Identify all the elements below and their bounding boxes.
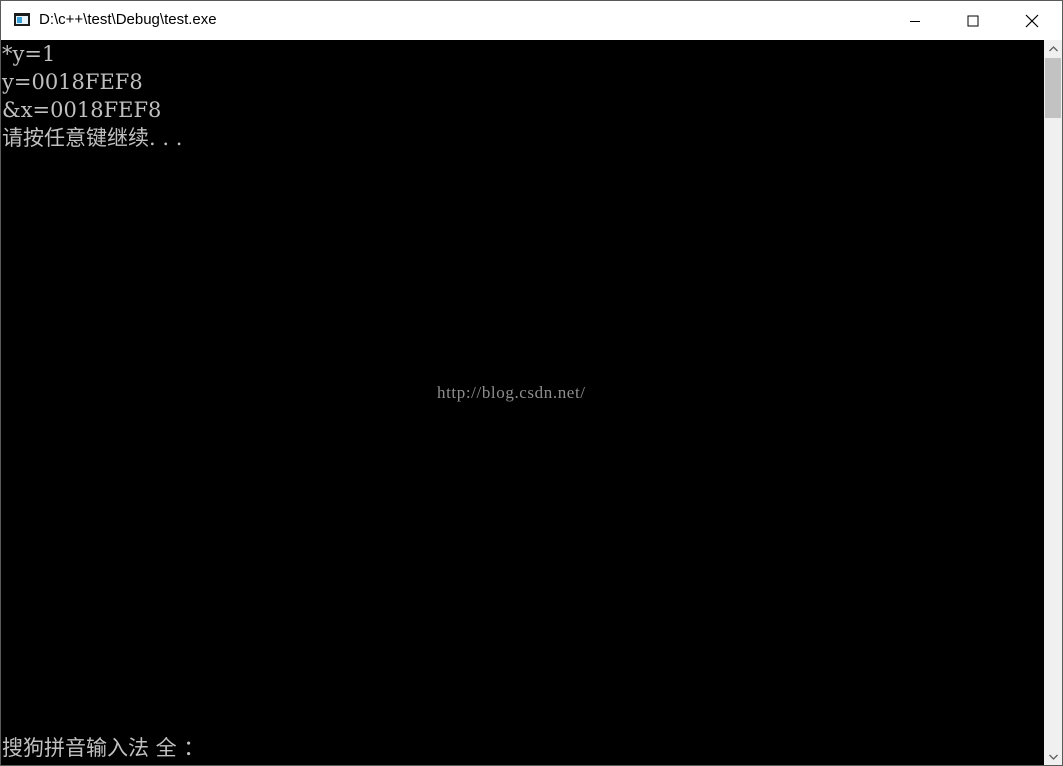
console-line: 请按任意键继续. . . [2,126,183,150]
chevron-up-icon [1048,45,1058,51]
console-line: y=0018FEF8 [2,70,143,94]
console-window: D:\c++\test\Debug\test.exe *y=1 y=0018FE… [0,0,1063,766]
console-output-area[interactable]: *y=1 y=0018FEF8 &x=0018FEF8 请按任意键继续. . .… [1,40,1044,765]
scroll-thumb[interactable] [1045,58,1061,118]
vertical-scrollbar[interactable] [1044,40,1062,765]
scroll-up-button[interactable] [1044,40,1062,57]
console-app-icon[interactable] [14,13,30,26]
chevron-down-icon [1048,754,1058,760]
console-line: *y=1 [2,42,56,66]
minimize-icon [910,20,920,22]
console-line: &x=0018FEF8 [2,98,162,122]
close-button[interactable] [1003,1,1061,40]
close-icon [1025,14,1039,27]
window-title: D:\c++\test\Debug\test.exe [39,11,217,28]
minimize-button[interactable] [886,1,944,40]
console-app-icon-cursor [17,17,22,23]
maximize-icon [967,15,979,26]
scroll-down-button[interactable] [1044,748,1062,765]
title-bar[interactable]: D:\c++\test\Debug\test.exe [1,1,1062,40]
ime-status-text: 搜狗拼音输入法 全 ： [2,736,205,760]
maximize-button[interactable] [944,1,1002,40]
watermark: http://blog.csdn.net/ [437,383,586,402]
